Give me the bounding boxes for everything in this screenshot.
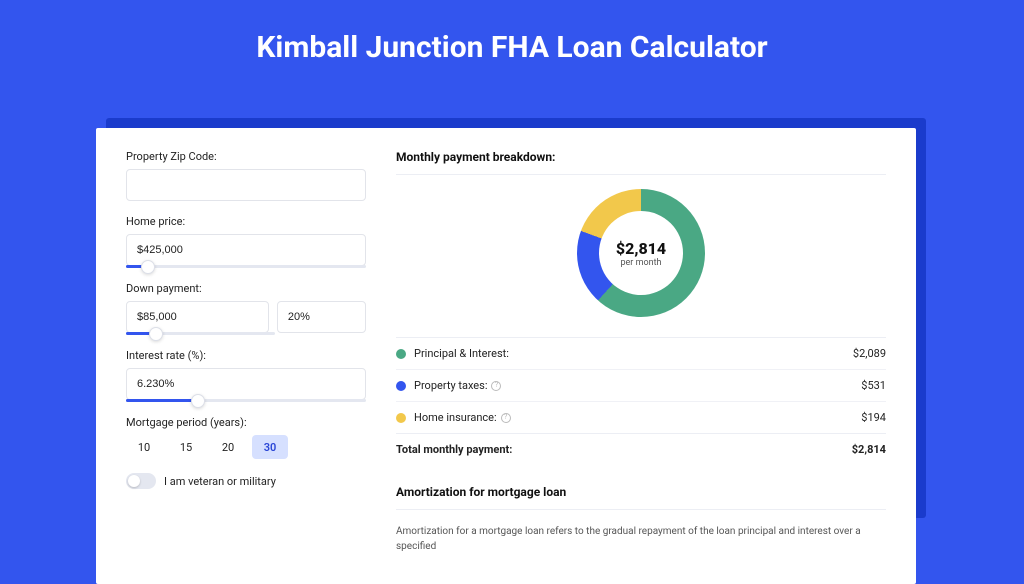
period-option-30[interactable]: 30	[252, 435, 288, 459]
breakdown-row: Property taxes: ?$531	[396, 369, 886, 401]
veteran-toggle[interactable]	[126, 473, 156, 489]
period-option-10[interactable]: 10	[126, 435, 162, 459]
field-down-payment: Down payment:	[126, 282, 366, 335]
label-veteran: I am veteran or military	[164, 475, 276, 488]
breakdown-value: $194	[861, 411, 886, 424]
donut-chart: $2,814 per month	[577, 189, 705, 317]
label-home-price: Home price:	[126, 215, 366, 228]
results-column: Monthly payment breakdown: $2,814 per mo…	[396, 150, 886, 554]
amortization-text: Amortization for a mortgage loan refers …	[396, 524, 886, 554]
field-home-price: Home price:	[126, 215, 366, 268]
total-value: $2,814	[852, 443, 886, 456]
period-segmented: 10152030	[126, 435, 366, 459]
total-label: Total monthly payment:	[396, 443, 852, 456]
swatch-icon	[396, 413, 406, 423]
breakdown-label: Home insurance: ?	[414, 411, 861, 424]
down-payment-amount-input[interactable]	[126, 301, 269, 333]
breakdown-value: $2,089	[853, 347, 886, 360]
home-price-slider[interactable]	[126, 265, 366, 268]
divider	[396, 174, 886, 175]
breakdown-row: Home insurance: ?$194	[396, 401, 886, 433]
interest-input[interactable]	[126, 368, 366, 400]
period-option-20[interactable]: 20	[210, 435, 246, 459]
breakdown-label: Property taxes: ?	[414, 379, 861, 392]
breakdown-list: Principal & Interest:$2,089Property taxe…	[396, 337, 886, 433]
field-veteran: I am veteran or military	[126, 473, 366, 489]
calculator-card: Property Zip Code: Home price: Down paym…	[96, 128, 916, 584]
label-interest: Interest rate (%):	[126, 349, 366, 362]
amortization-header: Amortization for mortgage loan	[396, 485, 886, 499]
label-period: Mortgage period (years):	[126, 416, 366, 429]
breakdown-value: $531	[861, 379, 886, 392]
field-interest: Interest rate (%):	[126, 349, 366, 402]
label-down-payment: Down payment:	[126, 282, 366, 295]
divider	[396, 509, 886, 510]
total-row: Total monthly payment: $2,814	[396, 433, 886, 465]
period-option-15[interactable]: 15	[168, 435, 204, 459]
donut-value: $2,814	[616, 239, 666, 258]
interest-slider[interactable]	[126, 399, 366, 402]
breakdown-header: Monthly payment breakdown:	[396, 150, 886, 164]
info-icon[interactable]: ?	[491, 381, 501, 391]
swatch-icon	[396, 381, 406, 391]
down-payment-pct-input[interactable]	[277, 301, 366, 333]
donut-center: $2,814 per month	[599, 211, 683, 295]
page-title: Kimball Junction FHA Loan Calculator	[0, 0, 1024, 89]
swatch-icon	[396, 349, 406, 359]
form-column: Property Zip Code: Home price: Down paym…	[126, 150, 366, 554]
donut-chart-wrap: $2,814 per month	[396, 189, 886, 317]
breakdown-row: Principal & Interest:$2,089	[396, 337, 886, 369]
label-zip: Property Zip Code:	[126, 150, 366, 163]
home-price-input[interactable]	[126, 234, 366, 266]
breakdown-label: Principal & Interest:	[414, 347, 853, 360]
donut-sub: per month	[620, 258, 661, 268]
down-payment-slider[interactable]	[126, 332, 275, 335]
field-period: Mortgage period (years): 10152030	[126, 416, 366, 459]
info-icon[interactable]: ?	[501, 413, 511, 423]
zip-input[interactable]	[126, 169, 366, 201]
field-zip: Property Zip Code:	[126, 150, 366, 201]
amortization-section: Amortization for mortgage loan Amortizat…	[396, 485, 886, 554]
